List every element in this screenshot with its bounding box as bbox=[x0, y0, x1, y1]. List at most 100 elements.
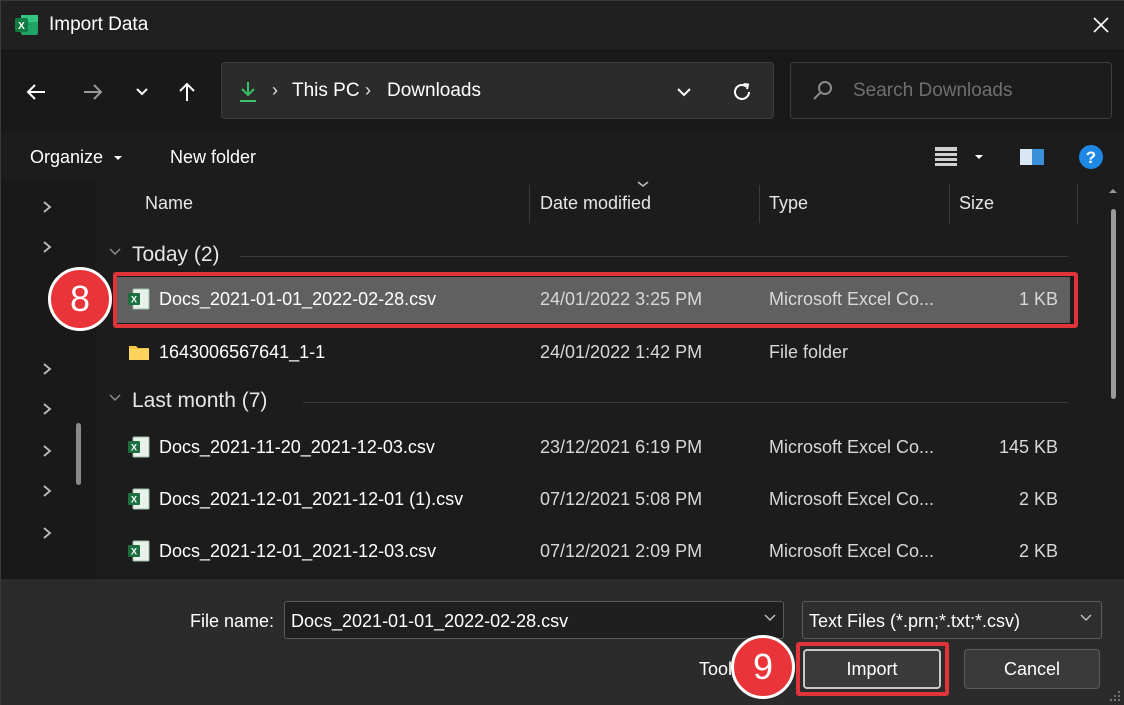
column-divider[interactable] bbox=[949, 185, 950, 223]
arrow-left-icon bbox=[26, 84, 45, 100]
file-date: 23/12/2021 6:19 PM bbox=[540, 437, 703, 457]
view-options-button[interactable] bbox=[931, 143, 961, 171]
arrow-up-icon bbox=[179, 82, 195, 101]
caret-down-icon bbox=[975, 155, 983, 159]
caret-down-icon bbox=[114, 156, 123, 161]
file-row[interactable]: X Docs_2021-11-20_2021-12-03.csv 23/12/2… bbox=[114, 425, 1070, 471]
resize-grip-icon[interactable] bbox=[1109, 690, 1121, 702]
search-box[interactable] bbox=[790, 62, 1112, 119]
address-history-dropdown[interactable] bbox=[669, 79, 699, 105]
navigation-pane-scrollbar[interactable] bbox=[76, 423, 81, 485]
excel-csv-icon: X bbox=[128, 540, 150, 562]
cancel-button[interactable]: Cancel bbox=[964, 649, 1100, 689]
view-options-dropdown[interactable] bbox=[969, 143, 989, 171]
organize-label: Organize bbox=[30, 147, 104, 167]
address-bar[interactable]: › This PC › Downloads bbox=[221, 62, 774, 119]
forward-button[interactable] bbox=[78, 77, 108, 107]
file-type-select[interactable]: Text Files (*.prn;*.txt;*.csv) bbox=[802, 601, 1102, 639]
nav-tree-expander[interactable] bbox=[39, 523, 55, 543]
group-header-last-month[interactable]: Last month (7) bbox=[108, 387, 1068, 417]
help-button[interactable]: ? bbox=[1077, 143, 1105, 171]
highlight-selected-file bbox=[113, 272, 1078, 328]
search-icon bbox=[813, 81, 832, 100]
chevron-right-icon bbox=[43, 485, 52, 497]
chevron-down-icon bbox=[109, 248, 121, 256]
chevron-right-icon bbox=[43, 241, 52, 253]
file-date: 07/12/2021 5:08 PM bbox=[540, 489, 703, 509]
preview-pane-button[interactable] bbox=[1017, 143, 1047, 171]
chevron-down-icon[interactable] bbox=[763, 612, 777, 624]
chevron-right-icon bbox=[43, 527, 52, 539]
chevron-right-icon bbox=[43, 403, 52, 415]
file-type: Microsoft Excel Co... bbox=[769, 437, 935, 457]
nav-tree-expander[interactable] bbox=[39, 481, 55, 501]
back-button[interactable] bbox=[21, 77, 51, 107]
file-date: 07/12/2021 2:09 PM bbox=[540, 541, 703, 561]
excel-csv-icon: X bbox=[128, 488, 150, 510]
command-toolbar: Organize New folder ? bbox=[1, 133, 1124, 181]
excel-icon: X bbox=[15, 15, 38, 35]
up-button[interactable] bbox=[172, 77, 202, 107]
nav-tree-expander[interactable] bbox=[39, 359, 55, 379]
column-header-size[interactable]: Size bbox=[959, 193, 994, 214]
organize-button[interactable]: Organize bbox=[30, 147, 124, 168]
svg-text:?: ? bbox=[1086, 148, 1096, 167]
title-bar[interactable]: X Import Data bbox=[1, 1, 1124, 49]
import-data-dialog: X Import Data › This PC › Downloads Sear… bbox=[0, 0, 1124, 705]
highlight-import-button bbox=[796, 642, 949, 696]
svg-text:X: X bbox=[131, 547, 137, 557]
help-icon: ? bbox=[1079, 145, 1103, 169]
navigation-pane[interactable] bbox=[1, 181, 96, 579]
chevron-right-icon bbox=[43, 445, 52, 457]
file-date: 24/01/2022 1:42 PM bbox=[540, 342, 703, 362]
file-list: Name Date modified Type Size Today (2) X… bbox=[96, 181, 1124, 579]
column-header-date-modified[interactable]: Date modified bbox=[540, 193, 651, 214]
column-divider[interactable] bbox=[1077, 185, 1078, 223]
group-divider bbox=[303, 402, 1068, 403]
column-divider[interactable] bbox=[759, 185, 760, 223]
file-name: Docs_2021-12-01_2021-12-03.csv bbox=[159, 541, 437, 561]
breadcrumb-this-pc[interactable]: This PC bbox=[292, 80, 360, 102]
file-row[interactable]: 1643006567641_1-1 24/01/2022 1:42 PM Fil… bbox=[114, 330, 1070, 376]
scroll-up-icon[interactable] bbox=[1108, 187, 1118, 195]
new-folder-button[interactable]: New folder bbox=[170, 147, 256, 168]
details-view-icon bbox=[935, 147, 957, 166]
excel-csv-icon: X bbox=[128, 436, 150, 458]
group-divider bbox=[240, 256, 1068, 257]
nav-tree-expander[interactable] bbox=[39, 399, 55, 419]
file-type: Microsoft Excel Co... bbox=[769, 489, 935, 509]
nav-tree-expander[interactable] bbox=[39, 197, 55, 217]
file-list-scrollbar[interactable] bbox=[1111, 209, 1116, 399]
nav-tree-expander[interactable] bbox=[39, 441, 55, 461]
breadcrumb-separator: › bbox=[272, 80, 278, 100]
group-header-today[interactable]: Today (2) bbox=[108, 241, 1068, 271]
close-icon bbox=[1093, 17, 1109, 33]
file-size: 2 KB bbox=[1018, 541, 1058, 561]
folder-icon bbox=[129, 346, 149, 360]
search-input[interactable] bbox=[853, 78, 1093, 104]
window-title: Import Data bbox=[49, 14, 149, 35]
navigation-bar: › This PC › Downloads bbox=[1, 49, 1124, 133]
svg-text:X: X bbox=[18, 21, 25, 32]
file-size: 2 KB bbox=[1018, 489, 1058, 509]
arrow-right-icon bbox=[84, 84, 103, 100]
breadcrumb-separator: › bbox=[365, 80, 371, 100]
nav-tree-expander[interactable] bbox=[39, 237, 55, 257]
file-row[interactable]: X Docs_2021-12-01_2021-12-03.csv 07/12/2… bbox=[114, 529, 1070, 575]
close-button[interactable] bbox=[1077, 1, 1124, 49]
chevron-down-icon bbox=[109, 394, 121, 402]
group-label: Last month (7) bbox=[132, 389, 268, 412]
file-name-combobox[interactable]: Docs_2021-01-01_2022-02-28.csv bbox=[284, 601, 784, 639]
refresh-button[interactable] bbox=[727, 77, 757, 107]
file-name: Docs_2021-11-20_2021-12-03.csv bbox=[159, 437, 435, 457]
refresh-icon bbox=[734, 83, 750, 100]
file-name: Docs_2021-12-01_2021-12-01 (1).csv bbox=[159, 489, 464, 509]
column-header-type[interactable]: Type bbox=[769, 193, 808, 214]
breadcrumb-downloads[interactable]: Downloads bbox=[387, 80, 481, 102]
file-name-value[interactable]: Docs_2021-01-01_2022-02-28.csv bbox=[291, 611, 568, 632]
column-header-name[interactable]: Name bbox=[145, 193, 193, 214]
column-divider[interactable] bbox=[529, 185, 530, 223]
file-type: File folder bbox=[769, 342, 849, 362]
recent-locations-button[interactable] bbox=[127, 77, 157, 107]
file-row[interactable]: X Docs_2021-12-01_2021-12-01 (1).csv 07/… bbox=[114, 477, 1070, 523]
